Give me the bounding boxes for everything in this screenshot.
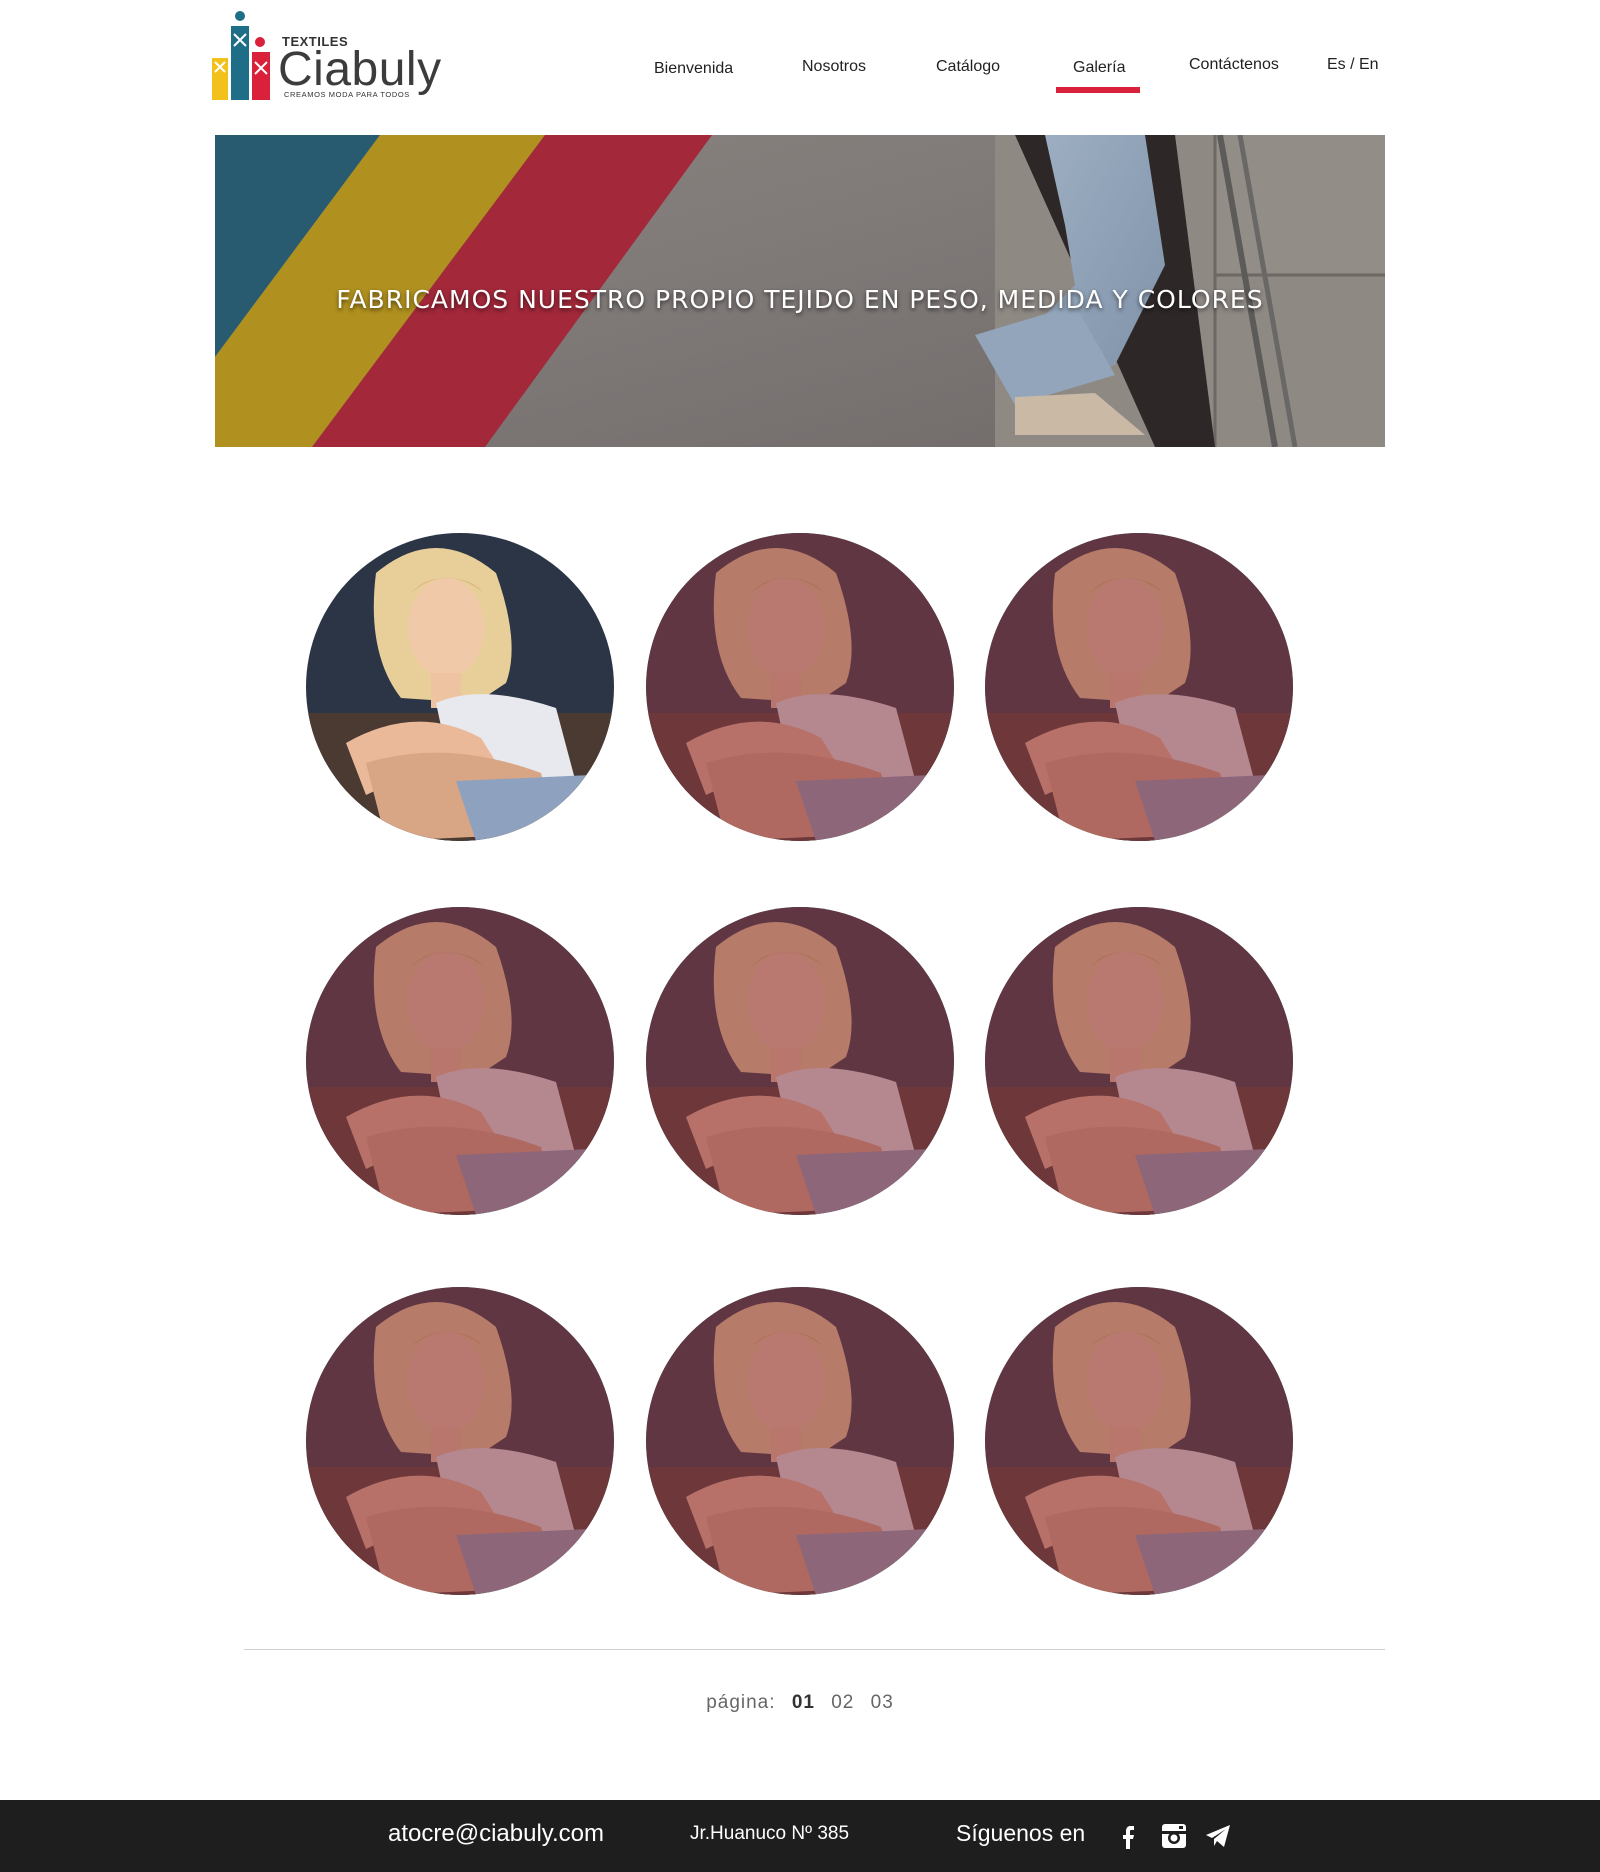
gallery-item-overlay (306, 1287, 614, 1595)
page-link-1[interactable]: 01 (792, 1692, 815, 1713)
nav-item-catalogo[interactable]: Catálogo (936, 58, 1000, 76)
gallery-item-overlay (985, 1287, 1293, 1595)
language-switcher[interactable]: Es / En (1327, 56, 1379, 74)
banner-title: FABRICAMOS NUESTRO PROPIO TEJIDO EN PESO… (336, 285, 1264, 314)
logo-mark-icon (212, 11, 270, 100)
gallery-item-overlay (646, 533, 954, 841)
nav-item-bienvenida[interactable]: Bienvenida (654, 60, 733, 78)
gallery-item[interactable] (306, 907, 614, 1215)
gallery-item-overlay (646, 1287, 954, 1595)
logo-name-text: Ciabuly (278, 43, 442, 96)
gallery-item[interactable] (646, 533, 954, 841)
hero-banner: FABRICAMOS NUESTRO PROPIO TEJIDO EN PESO… (215, 135, 1385, 447)
brand-logo[interactable]: TEXTILES Ciabuly CREAMOS MODA PARA TODOS (212, 10, 442, 105)
gallery-item-overlay (985, 533, 1293, 841)
logo-tagline: CREAMOS MODA PARA TODOS (284, 90, 410, 99)
nav-active-indicator (1056, 87, 1140, 93)
gallery-item[interactable] (646, 907, 954, 1215)
gallery-item-overlay (985, 907, 1293, 1215)
instagram-icon[interactable] (1158, 1820, 1190, 1852)
page-link-3[interactable]: 03 (871, 1692, 894, 1713)
gallery-item-overlay (646, 907, 954, 1215)
gallery-item[interactable] (306, 1287, 614, 1595)
page-link-2[interactable]: 02 (831, 1692, 854, 1713)
footer-email-link[interactable]: atocre@ciabuly.com (388, 1820, 604, 1848)
gallery-item[interactable] (646, 1287, 954, 1595)
nav-item-contactenos[interactable]: Contáctenos (1189, 56, 1279, 74)
nav-item-nosotros[interactable]: Nosotros (802, 58, 866, 76)
gallery-item[interactable] (985, 907, 1293, 1215)
gallery-item[interactable] (985, 1287, 1293, 1595)
nav-item-galeria[interactable]: Galería (1073, 59, 1125, 77)
gallery-item-overlay (306, 907, 614, 1215)
footer-address: Jr.Huanuco Nº 385 (690, 1823, 850, 1844)
section-divider (244, 1649, 1385, 1650)
gallery-photo (306, 533, 614, 841)
footer-follow-label: Síguenos en (956, 1820, 1086, 1846)
photo-gallery (0, 530, 1600, 1600)
pagination: página: 01 02 03 (0, 1692, 1600, 1714)
site-header: TEXTILES Ciabuly CREAMOS MODA PARA TODOS… (0, 0, 1600, 135)
gallery-item[interactable] (985, 533, 1293, 841)
facebook-icon[interactable] (1112, 1820, 1144, 1852)
site-footer: atocre@ciabuly.com Jr.Huanuco Nº 385 Síg… (0, 1800, 1600, 1872)
pagination-label: página: (706, 1692, 776, 1713)
gallery-item[interactable] (306, 533, 614, 841)
telegram-icon[interactable] (1202, 1820, 1234, 1852)
